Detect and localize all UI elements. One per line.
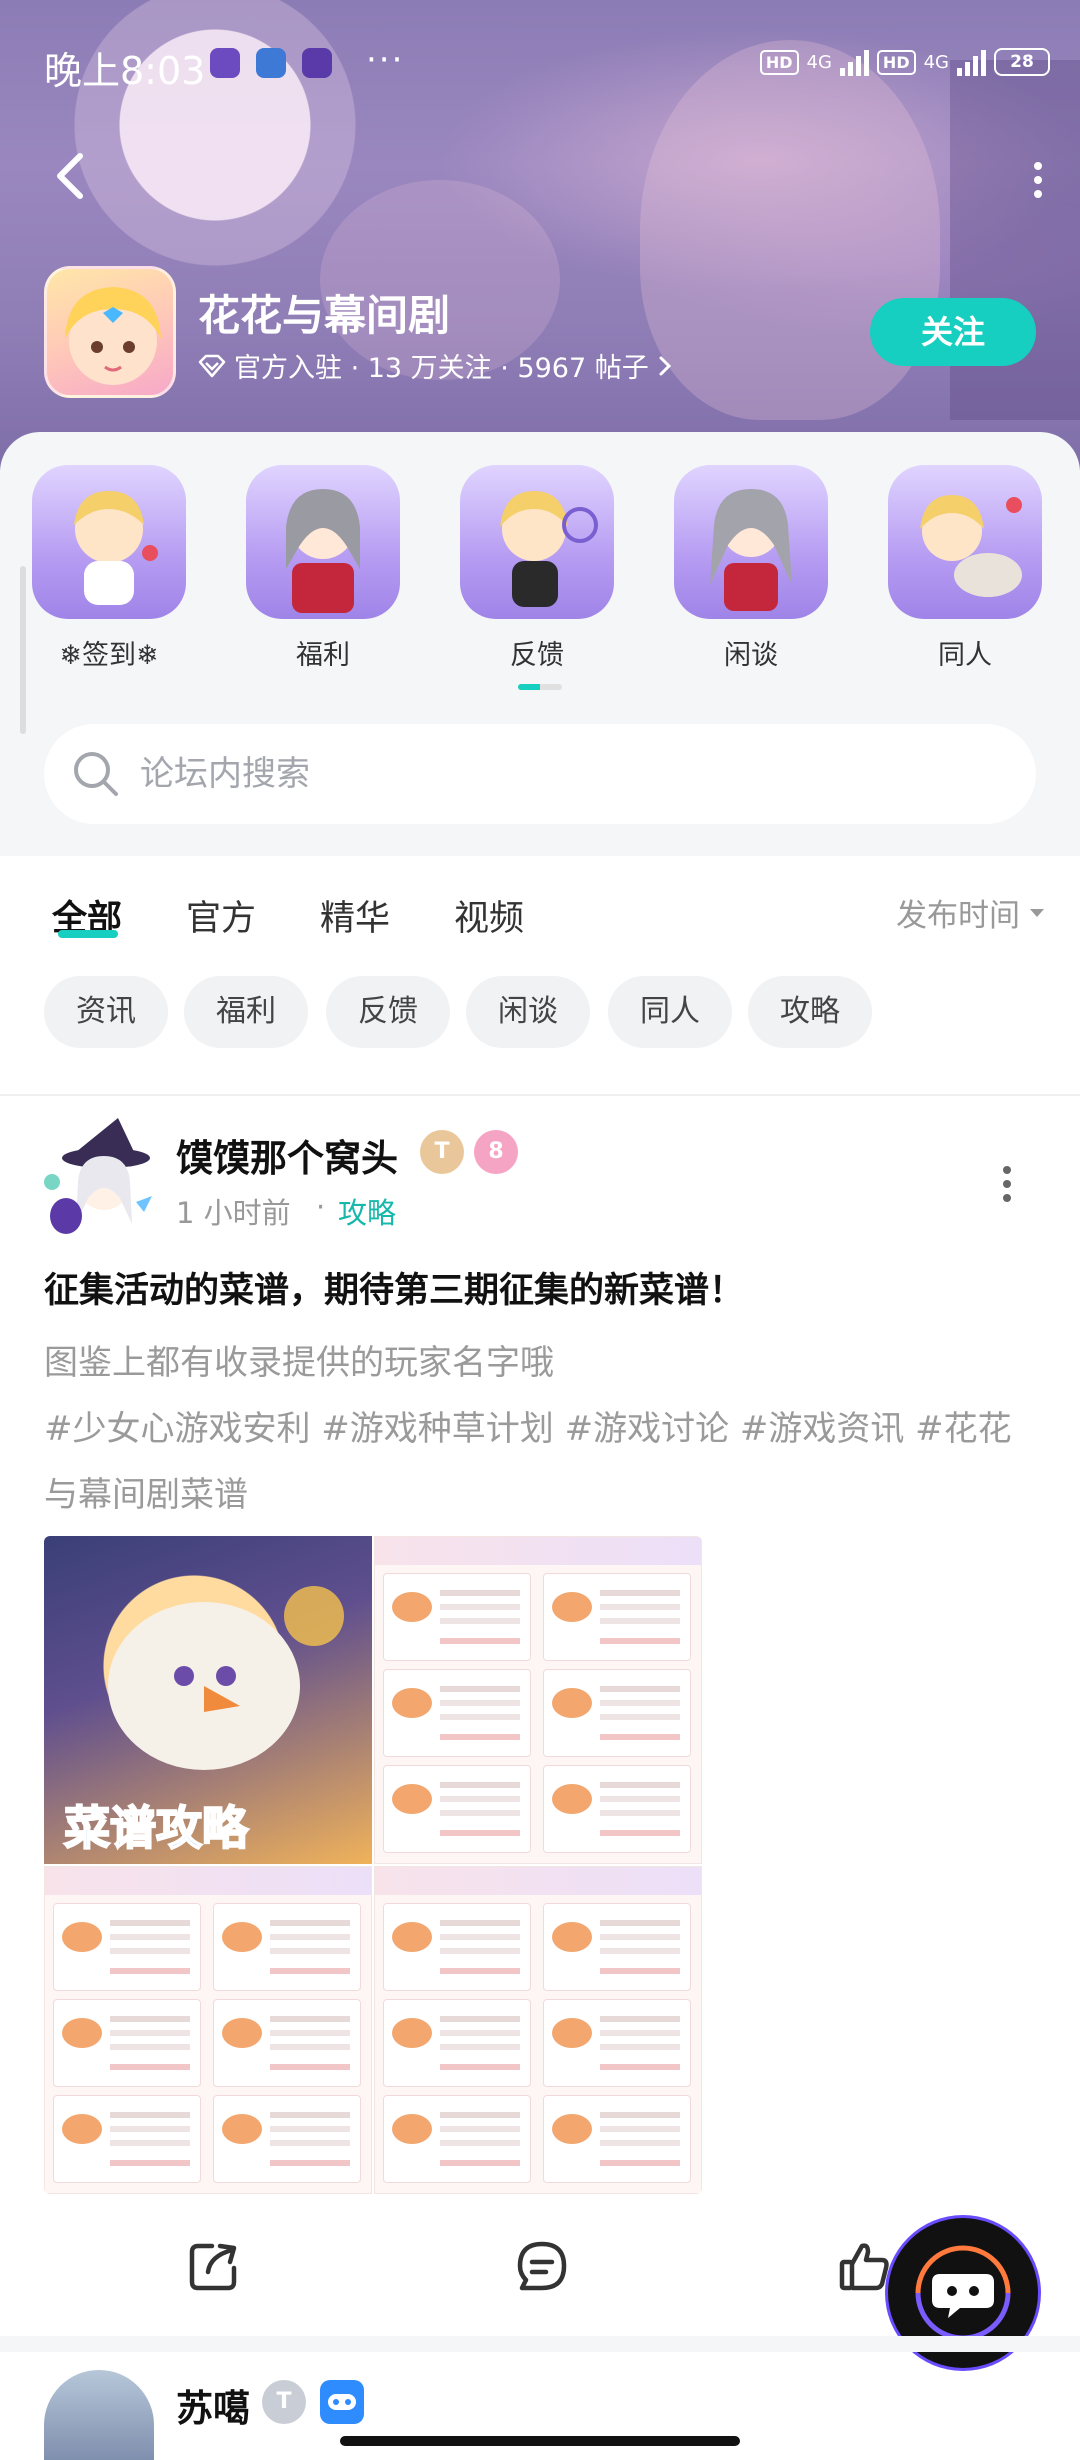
recipe-image [374, 1536, 702, 1864]
status-time: 晚上8:03 [44, 49, 206, 93]
channel-image [32, 465, 186, 619]
post-body-text: 图鉴上都有收录提供的玩家名字哦 [44, 1343, 554, 1383]
signal-icon [957, 48, 986, 76]
home-indicator[interactable] [340, 2436, 740, 2446]
more-options-button[interactable] [1030, 160, 1046, 200]
tab-featured[interactable]: 精华 [320, 890, 390, 941]
post-time: 1 小时前 [176, 1196, 291, 1230]
tab-video[interactable]: 视频 [454, 890, 524, 941]
caret-down-icon [1030, 908, 1044, 917]
recipe-image [374, 1866, 702, 2194]
post-tags[interactable]: #少女心游戏安利 #游戏种草计划 #游戏讨论 #游戏资讯 #花花与幕间剧菜谱 [44, 1396, 1044, 1528]
forum-avatar[interactable] [44, 266, 176, 398]
network-label: 4G [923, 51, 949, 73]
channel-image [246, 465, 400, 619]
more-vertical-icon [1034, 162, 1042, 198]
comment-button[interactable] [514, 2238, 570, 2294]
post-author-avatar[interactable] [40, 1112, 160, 1242]
network-label: 4G [806, 51, 832, 73]
channel-image [460, 465, 614, 619]
status-bar: 晚上8:03 ··· HD 4G HD 4G 28 [0, 0, 1080, 130]
filter-chip[interactable]: 福利 [184, 976, 308, 1048]
post-body[interactable]: 图鉴上都有收录提供的玩家名字哦 #少女心游戏安利 #游戏种草计划 #游戏讨论 #… [44, 1330, 1044, 1528]
chevron-right-icon [659, 356, 671, 375]
forum-meta[interactable]: 官方入驻 · 13 万关注 · 5967 帖子 [198, 346, 673, 385]
channel-checkin[interactable]: ❄签到❄ [32, 465, 186, 672]
search-input[interactable] [140, 754, 940, 794]
more-vertical-icon [1003, 1166, 1011, 1202]
follow-button[interactable]: 关注 [870, 298, 1036, 366]
notification-app-icon [256, 48, 286, 78]
scroll-indicator [20, 566, 26, 734]
filter-chip[interactable]: 反馈 [326, 976, 450, 1048]
post-more-button[interactable] [1000, 1164, 1014, 1204]
signal-icon [839, 48, 869, 76]
more-notifications-icon: ··· [366, 40, 405, 80]
author-title-badge: T [262, 2380, 306, 2424]
channel-page-indicator [518, 684, 562, 690]
channel-feedback[interactable]: 反馈 [460, 465, 614, 672]
chevron-left-icon [57, 153, 83, 199]
channel-label: 闲谈 [724, 640, 778, 671]
share-icon [189, 2243, 237, 2291]
back-button[interactable] [50, 148, 94, 204]
channel-chat[interactable]: 闲谈 [674, 465, 828, 672]
author-level-badge: 8 [474, 1130, 518, 1174]
image-caption: 菜谱攻略 [63, 1800, 249, 1856]
sort-label: 发布时间 [896, 898, 1020, 934]
status-indicators: HD 4G HD 4G 28 [759, 48, 1050, 76]
search-icon [74, 752, 118, 796]
post-title[interactable]: 征集活动的菜谱，期待第三期征集的新菜谱！ [44, 1262, 744, 1313]
post-category[interactable]: 攻略 [338, 1190, 396, 1232]
gamepad-badge-icon [320, 2380, 364, 2424]
filter-chip[interactable]: 闲谈 [466, 976, 590, 1048]
sort-dropdown[interactable]: 发布时间 [896, 890, 1046, 935]
post-author-avatar[interactable] [44, 2370, 154, 2460]
post-divider [0, 2336, 1080, 2352]
filter-chip[interactable]: 资讯 [44, 976, 168, 1048]
forum-search-bar[interactable] [44, 724, 1036, 824]
channel-welfare[interactable]: 福利 [246, 465, 400, 672]
share-button[interactable] [186, 2238, 242, 2294]
forum-avatar-illustration [65, 287, 161, 385]
post-meta-separator: · [316, 1190, 326, 1224]
channel-label: 同人 [938, 640, 992, 671]
thumbs-up-icon [839, 2243, 889, 2291]
battery-icon: 28 [994, 48, 1050, 76]
hd-icon: HD [759, 49, 799, 75]
author-title-badge: T [420, 1130, 464, 1174]
filter-chip[interactable]: 同人 [608, 976, 732, 1048]
post-image-grid[interactable]: 菜谱攻略 [44, 1536, 702, 2194]
hd-icon: HD [876, 49, 916, 75]
channel-fanwork[interactable]: 同人 [888, 465, 1042, 672]
channel-label: 福利 [296, 640, 350, 671]
channel-image [888, 465, 1042, 619]
notification-app-icon [210, 48, 240, 78]
channel-image [674, 465, 828, 619]
tab-official[interactable]: 官方 [186, 890, 256, 941]
post-author-name[interactable]: 苏噶 [176, 2378, 250, 2432]
channel-label: 反馈 [510, 640, 564, 671]
filter-chip[interactable]: 攻略 [748, 976, 872, 1048]
channel-label: ❄签到❄ [59, 640, 159, 671]
active-tab-indicator [58, 930, 118, 938]
forum-meta-text: 官方入驻 · 13 万关注 · 5967 帖子 [234, 353, 649, 384]
forum-title: 花花与幕间剧 [198, 291, 451, 340]
recipe-image [44, 1866, 372, 2194]
post-author-name[interactable]: 馍馍那个窝头 [176, 1128, 398, 1182]
like-button[interactable] [836, 2238, 892, 2294]
comment-icon [517, 2241, 567, 2291]
notification-app-icon [302, 48, 332, 78]
recipe-cover-image: 菜谱攻略 [44, 1536, 372, 1864]
official-diamond-icon [198, 354, 226, 377]
section-divider [0, 1094, 1080, 1096]
